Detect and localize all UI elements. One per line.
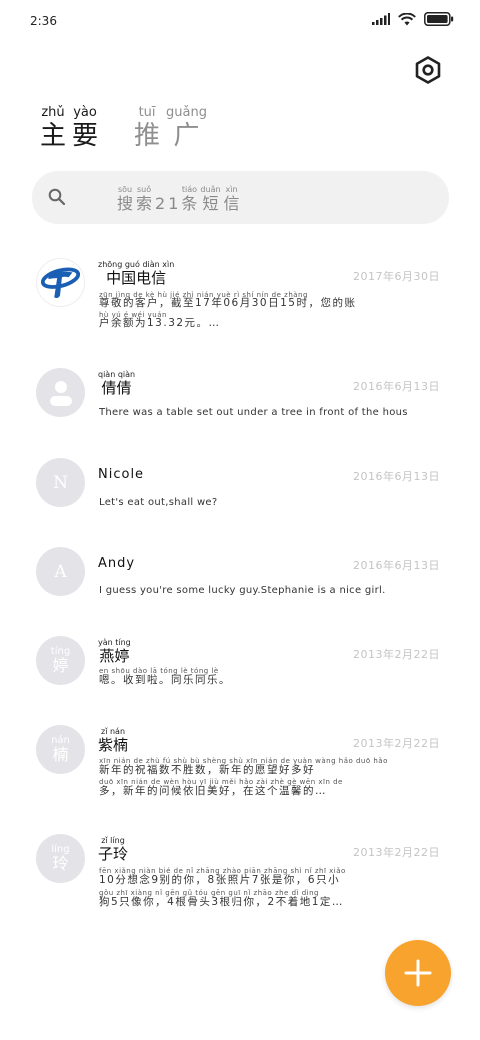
conversation-date: 2016年6月13日 <box>353 470 440 483</box>
settings-button[interactable] <box>412 54 444 86</box>
conversation-item[interactable]: nán 楠 zǐ nán 紫楠 2013年2月22日 xīn nián de zh… <box>0 725 480 805</box>
message-preview: 嗯。收到啦。同乐同乐。 <box>99 674 231 686</box>
conversation-item[interactable]: A Andy 2016年6月13日 I guess you're some lu… <box>0 547 480 607</box>
conversation-name: qiàn qiàn 倩倩 <box>98 370 136 397</box>
message-preview: 尊敬的客户，截至17年06月30日15时，您的账 <box>99 297 357 309</box>
tab-char: tuī 推 <box>134 105 161 152</box>
status-icons <box>372 12 454 26</box>
status-bar: 2:36 <box>0 0 480 40</box>
search-placeholder: sōu 搜 suǒ 索 2 1 tiáo 条 duǎn 短 xìn 信 <box>117 185 240 213</box>
conversation-item[interactable]: qiàn qiàn 倩倩 2016年6月13日 There was a table… <box>0 368 480 428</box>
avatar: líng 玲 <box>36 834 85 883</box>
tab-char: zhǔ 主 <box>40 105 67 152</box>
conversation-item[interactable]: líng 玲 zǐ líng 子玲 2013年2月22日 fēn xiǎng ni… <box>0 834 480 914</box>
conversation-date: 2016年6月13日 <box>353 380 440 393</box>
message-preview: There was a table set out under a tree i… <box>99 407 408 418</box>
wifi-icon <box>398 12 416 25</box>
conversation-date: 2013年2月22日 <box>353 737 440 750</box>
message-preview: I guess you're some lucky guy.Stephanie … <box>99 585 386 596</box>
avatar: tíng 婷 <box>36 636 85 685</box>
message-preview: 户余额为13.32元。… <box>99 317 221 329</box>
avatar-letter: N <box>53 472 68 493</box>
conversation-date: 2013年2月22日 <box>353 648 440 661</box>
message-preview: 新年的祝福数不胜数，新年的愿望好多好 <box>99 764 315 776</box>
signal-icon <box>372 13 390 25</box>
conversation-item[interactable]: tíng 婷 yàn tíng 燕婷 2013年2月22日 en shōu dào… <box>0 636 480 696</box>
message-preview: Let's eat out,shall we? <box>99 497 218 508</box>
battery-icon <box>424 12 454 26</box>
conversation-item[interactable]: N Nicole 2016年6月13日 Let's eat out,shall … <box>0 458 480 518</box>
tab-bar: zhǔ 主 yào 要 tuī 推 guǎng 广 <box>40 106 207 152</box>
avatar-letter: A <box>54 561 67 582</box>
avatar: N <box>36 458 85 507</box>
tab-primary[interactable]: zhǔ 主 yào 要 <box>40 106 98 152</box>
search-icon <box>48 188 66 206</box>
conversation-name: yàn tíng 燕婷 <box>98 638 131 665</box>
status-time: 2:36 <box>30 14 57 28</box>
avatar: A <box>36 547 85 596</box>
conversation-date: 2017年6月30日 <box>353 270 440 283</box>
conversation-name: Nicole <box>98 467 145 482</box>
conversation-name: zhōng guó diàn xìn 中国电信 <box>98 260 175 287</box>
tab-promotions[interactable]: tuī 推 guǎng 广 <box>134 106 207 152</box>
conversation-name: zǐ líng 子玲 <box>98 836 129 863</box>
settings-icon <box>415 56 441 84</box>
conversation-item[interactable]: zhōng guó diàn xìn 中国电信 2017年6月30日 zūn jì… <box>0 258 480 346</box>
avatar: nán 楠 <box>36 725 85 774</box>
person-icon <box>49 380 72 406</box>
message-preview: 多，新年的问候依旧美好，在这个温馨的… <box>99 785 327 797</box>
search-bar[interactable]: sōu 搜 suǒ 索 2 1 tiáo 条 duǎn 短 xìn 信 <box>32 171 449 224</box>
conversation-name: zǐ nán 紫楠 <box>98 727 129 754</box>
plus-icon <box>404 959 432 987</box>
conversation-date: 2016年6月13日 <box>353 559 440 572</box>
message-preview: 狗5只像你，4根骨头3根归你，2不着地1定… <box>99 896 344 908</box>
message-preview: 10分想念9别的你，8张照片7张是你，6只小 <box>99 874 341 886</box>
tab-char: yào 要 <box>72 105 99 152</box>
new-message-button[interactable] <box>385 940 451 1006</box>
avatar <box>36 368 85 417</box>
avatar-china-telecom <box>36 258 85 307</box>
tab-char: guǎng 广 <box>166 105 207 152</box>
conversation-name: Andy <box>98 556 136 571</box>
conversation-date: 2013年2月22日 <box>353 846 440 859</box>
china-telecom-logo-icon <box>37 259 84 306</box>
